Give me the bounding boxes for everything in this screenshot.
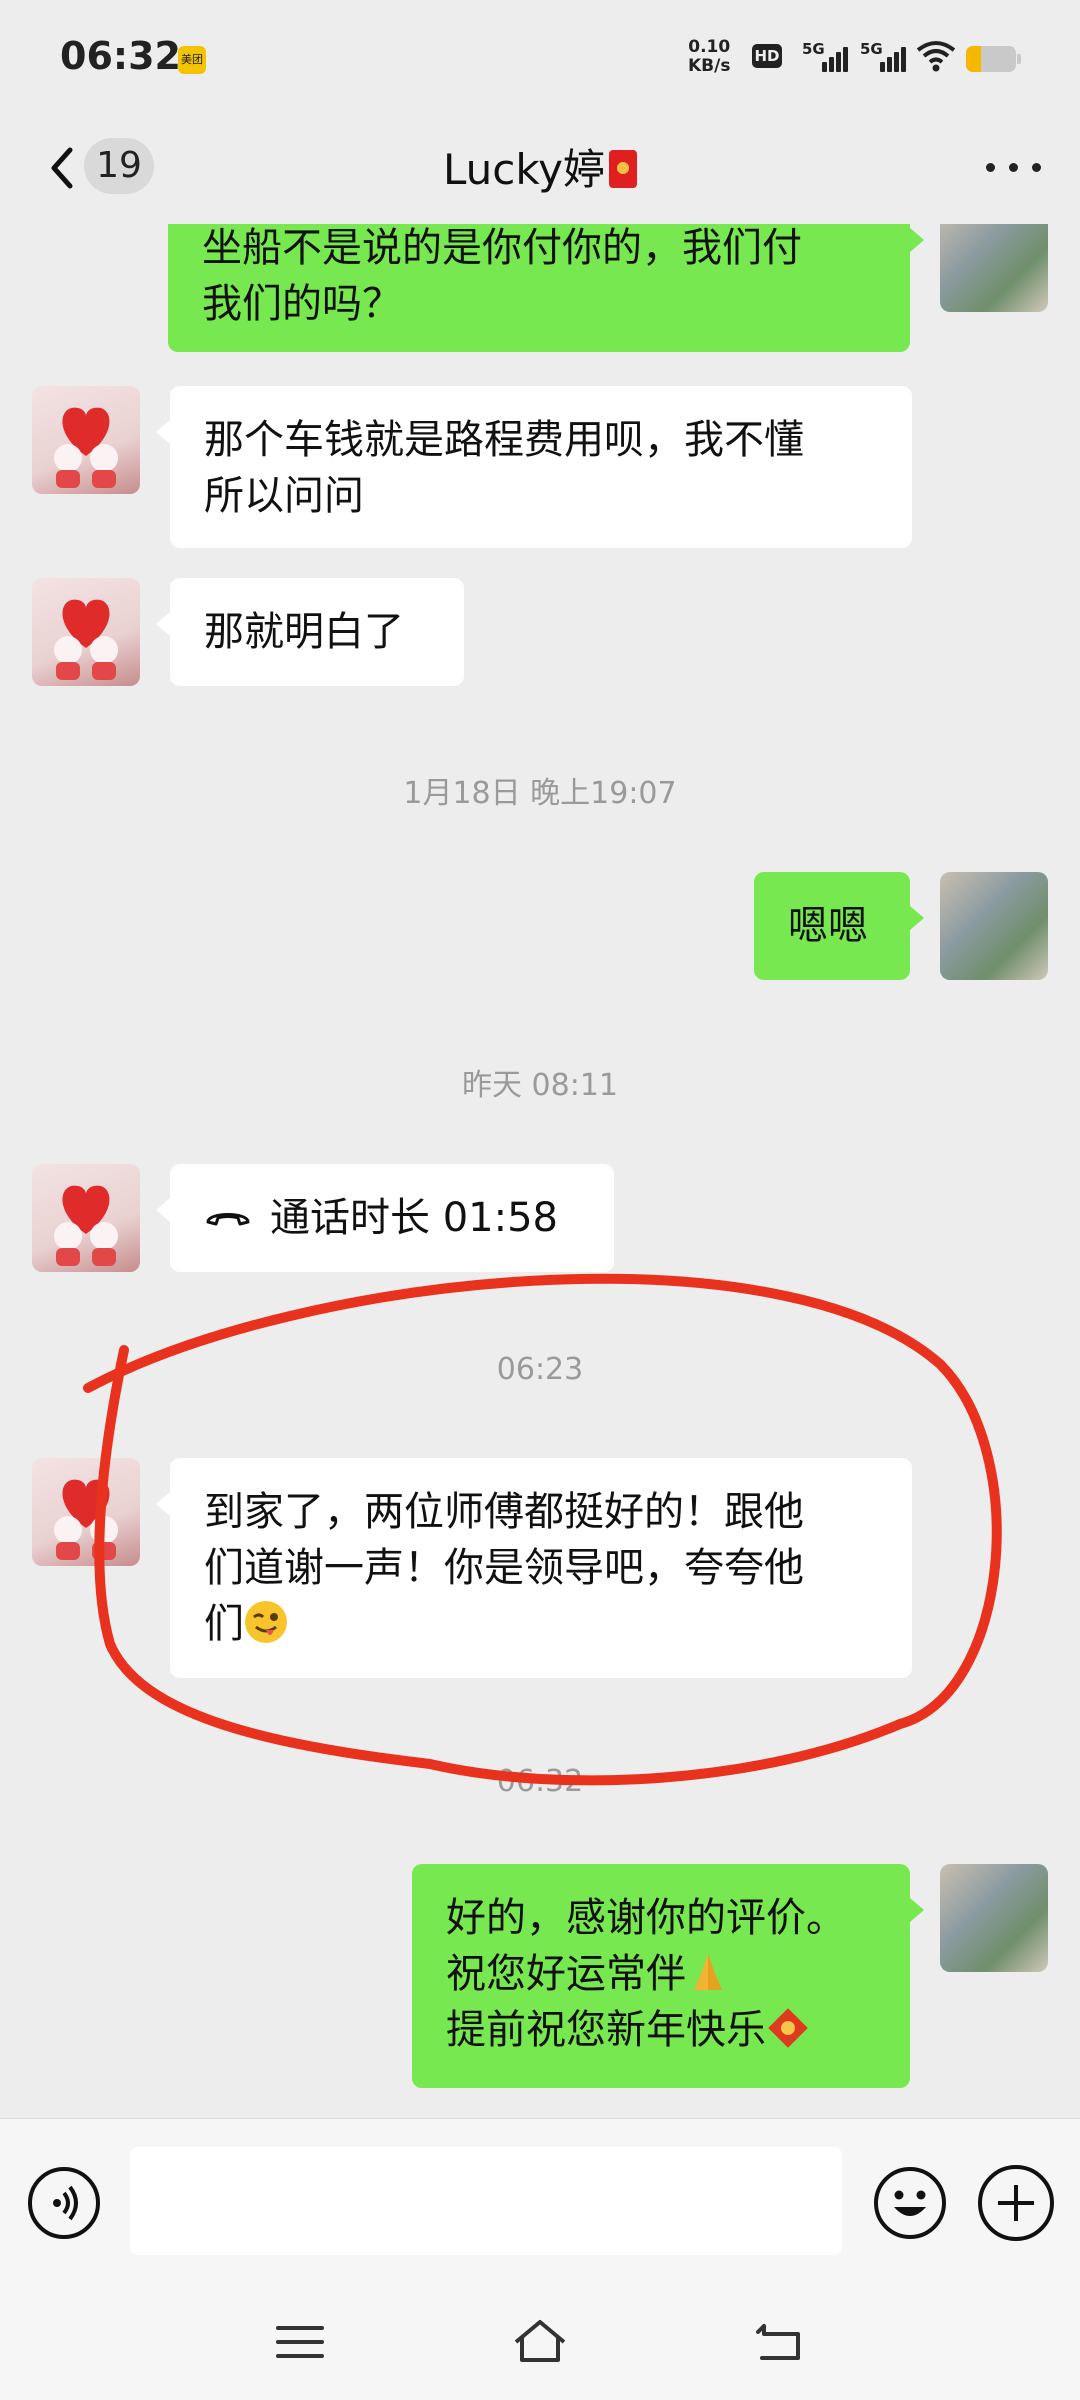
message-text-line: 我们的吗？	[202, 281, 402, 327]
contact-avatar[interactable]	[32, 386, 140, 494]
message-text-line: 们道谢一声！你是领导吧，夸夸他	[204, 1545, 804, 1591]
app-notification-icon: 美团	[178, 46, 206, 74]
battery-level	[966, 46, 981, 72]
network-speed-unit: KB/s	[688, 56, 731, 76]
message-text-line: 嗯嗯	[788, 903, 868, 949]
timestamp: 06:32	[496, 1764, 584, 1799]
call-duration: 通话时长 01:58	[270, 1195, 558, 1241]
my-avatar[interactable]	[940, 872, 1048, 980]
winking-face-tongue-icon	[245, 1601, 287, 1643]
message-text-line: 提前祝您新年快乐	[446, 2007, 766, 2053]
message-text-line: 到家了，两位师傅都挺好的！跟他	[204, 1489, 804, 1535]
hd-voice-icon: HD	[752, 44, 782, 68]
network-speed-value: 0.10	[688, 37, 731, 57]
more-icon[interactable]	[984, 156, 1044, 180]
message-bubble-outgoing[interactable]: 好的，感谢你的评价。 祝您好运常伴 提前祝您新年快乐	[412, 1864, 924, 2088]
call-record-bubble[interactable]: 通话时长 01:58	[156, 1164, 614, 1272]
contact-avatar[interactable]	[32, 578, 140, 686]
contact-name: Lucky婷	[442, 145, 606, 194]
wifi-icon	[916, 41, 956, 72]
voice-icon[interactable]	[28, 2167, 100, 2239]
phone-call-icon	[206, 1213, 250, 1226]
chat-header: 19 Lucky婷	[0, 120, 1080, 224]
my-avatar[interactable]	[940, 224, 1048, 312]
my-avatar[interactable]	[940, 1864, 1048, 1972]
plus-icon[interactable]	[978, 2165, 1054, 2241]
message-text-line: 祝您好运常伴	[446, 1951, 686, 1997]
message-bubble-outgoing[interactable]: 嗯嗯	[754, 872, 924, 980]
message-bubble-outgoing[interactable]: 坐船不是说的是你付你的，我们付 我们的吗？	[168, 224, 924, 352]
battery-icon	[966, 46, 1021, 72]
menu-icon[interactable]	[270, 2312, 330, 2372]
home-icon[interactable]	[510, 2312, 570, 2372]
status-time: 06:32	[60, 34, 181, 78]
network-speed: 0.10 KB/s	[688, 38, 730, 76]
status-bar: 06:32 美团 0.10 KB/s HD 5G 5G	[0, 0, 1080, 120]
message-text-line: 坐船不是说的是你付你的，我们付	[202, 225, 802, 271]
message-text-line: 好的，感谢你的评价。	[446, 1895, 846, 1941]
message-text-line: 那就明白了	[204, 609, 404, 655]
contact-title[interactable]: Lucky婷	[0, 140, 1080, 200]
timestamp: 06:23	[496, 1352, 584, 1387]
sim1-label: 5G	[802, 40, 825, 58]
fu-diamond-icon	[768, 2008, 808, 2048]
message-list[interactable]: 坐船不是说的是你付你的，我们付 我们的吗？ 那个车钱就是路程费用呗，我不懂 所以…	[0, 224, 1080, 2118]
system-navigation-bar	[0, 2282, 1080, 2400]
folded-hands-icon	[694, 1954, 722, 1990]
message-text-line: 所以问问	[204, 473, 364, 519]
message-bubble-incoming[interactable]: 那就明白了	[156, 578, 464, 686]
signal-sim1-icon: 5G	[802, 40, 848, 72]
message-text-line: 那个车钱就是路程费用呗，我不懂	[204, 417, 804, 463]
contact-avatar[interactable]	[32, 1458, 140, 1566]
message-bubble-incoming[interactable]: 那个车钱就是路程费用呗，我不懂 所以问问	[156, 386, 912, 548]
signal-sim2-icon: 5G	[860, 40, 906, 72]
input-bar	[0, 2118, 1080, 2283]
red-packet-icon	[609, 149, 638, 188]
message-bubble-incoming[interactable]: 到家了，两位师傅都挺好的！跟他 们道谢一声！你是领导吧，夸夸他 们	[156, 1458, 912, 1678]
timestamp: 昨天 08:11	[462, 1068, 618, 1103]
contact-avatar[interactable]	[32, 1164, 140, 1272]
sim2-label: 5G	[860, 40, 883, 58]
message-text-line: 们	[204, 1601, 244, 1647]
message-input[interactable]	[130, 2147, 842, 2255]
emoji-icon[interactable]	[872, 2165, 948, 2241]
timestamp: 1月18日 晚上19:07	[403, 776, 677, 811]
back-nav-icon[interactable]	[750, 2312, 810, 2372]
